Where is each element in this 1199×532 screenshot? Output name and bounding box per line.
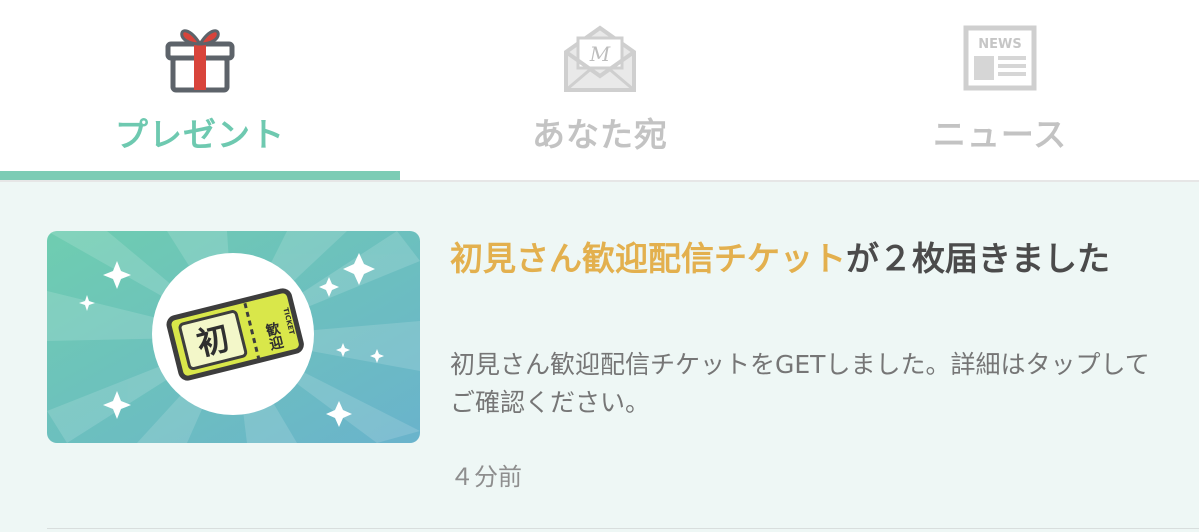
news-word: NEWS <box>978 37 1021 52</box>
notification-item[interactable]: 初 歓迎 TICKET 初見さん歓迎配信チケットが２枚届きました 初見さん歓迎配… <box>0 182 1199 532</box>
notification-body: 初見さん歓迎配信チケットをGETしました。詳細はタップしてご確認ください。 <box>450 350 1150 417</box>
tab-for-you-label: あなた宛 <box>532 115 668 154</box>
list-divider <box>47 528 1199 529</box>
tab-bar: プレゼント M あなた宛 NEWS ニュース <box>0 0 1199 181</box>
tab-present[interactable]: プレゼント <box>0 0 400 181</box>
mail-icon: M <box>560 18 640 94</box>
mail-letter: M <box>589 42 611 66</box>
tab-news[interactable]: NEWS ニュース <box>800 0 1199 181</box>
tab-news-label: ニュース <box>932 115 1068 154</box>
notification-title-rest: が２枚届きました <box>846 239 1110 278</box>
ticket-thumbnail: 初 歓迎 TICKET <box>47 231 420 443</box>
tab-for-you[interactable]: M あなた宛 <box>400 0 800 181</box>
gift-icon <box>160 18 240 94</box>
notification-time: ４分前 <box>450 463 522 491</box>
tab-present-label: プレゼント <box>115 115 285 154</box>
notification-title: 初見さん歓迎配信チケットが２枚届きました <box>450 233 1160 285</box>
notification-list: 初 歓迎 TICKET 初見さん歓迎配信チケットが２枚届きました 初見さん歓迎配… <box>0 182 1199 532</box>
news-icon: NEWS <box>960 18 1040 94</box>
notification-title-highlight: 初見さん歓迎配信チケット <box>450 239 846 278</box>
